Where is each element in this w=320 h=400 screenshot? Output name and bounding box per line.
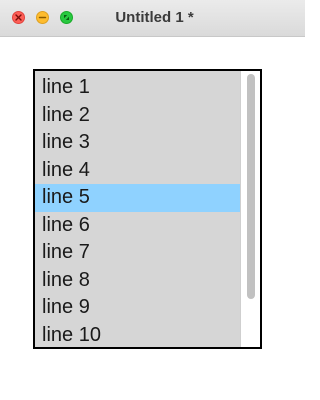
- list-item[interactable]: line 9: [35, 294, 240, 322]
- list-item[interactable]: line 2: [35, 102, 240, 130]
- list-item[interactable]: line 6: [35, 212, 240, 240]
- list-item[interactable]: line 10: [35, 322, 240, 348]
- list-item[interactable]: line 1: [35, 74, 240, 102]
- list-item[interactable]: line 7: [35, 239, 240, 267]
- window-title: Untitled 1 *: [115, 9, 194, 26]
- list-box[interactable]: line 1 line 2 line 3 line 4 line 5 line …: [33, 69, 262, 349]
- scrollbar-thumb[interactable]: [247, 74, 255, 299]
- app-window: Untitled 1 * line 1 line 2 line 3 line 4…: [0, 0, 305, 400]
- window-content: line 1 line 2 line 3 line 4 line 5 line …: [0, 37, 305, 400]
- list-item[interactable]: line 8: [35, 267, 240, 295]
- list-item[interactable]: line 3: [35, 129, 240, 157]
- list-item[interactable]: line 4: [35, 157, 240, 185]
- list-items: line 1 line 2 line 3 line 4 line 5 line …: [35, 74, 240, 348]
- list-item-selected[interactable]: line 5: [35, 184, 240, 212]
- vertical-scrollbar[interactable]: [240, 71, 260, 347]
- title-bar[interactable]: Untitled 1 *: [0, 0, 305, 37]
